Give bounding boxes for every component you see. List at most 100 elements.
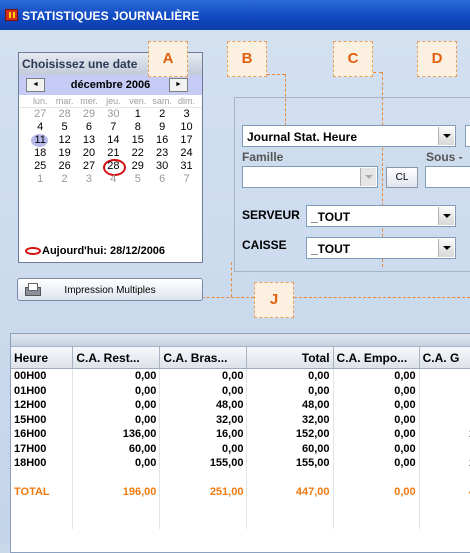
window-title: STATISTIQUES JOURNALIÈRE [22, 9, 200, 23]
calendar-day[interactable]: 17 [174, 134, 198, 147]
today-circle-icon [25, 247, 41, 256]
calendar-day[interactable]: 10 [174, 121, 198, 134]
cell-value: 0,00 [73, 398, 161, 413]
calendar-day[interactable]: 8 [126, 121, 150, 134]
table-row[interactable]: 18H00 0,00 155,00 155,00 0,00 1 [11, 456, 470, 471]
calendar-day[interactable]: 15 [126, 134, 150, 147]
chevron-down-icon[interactable] [438, 207, 454, 225]
cell-value [420, 413, 470, 428]
calendar-day[interactable]: 2 [150, 108, 174, 121]
calendar-day[interactable]: 6 [150, 173, 174, 186]
cell-value: 32,00 [160, 412, 248, 427]
column-header[interactable]: Total [247, 347, 334, 368]
cell-value: 155,00 [160, 456, 248, 471]
report-type-select[interactable]: Journal Stat. Heure [242, 125, 456, 147]
date-picker[interactable]: Choisissez une date ◄ décembre 2006 ► lu… [18, 52, 203, 263]
calendar-day[interactable]: 20 [77, 147, 101, 160]
calendar-day[interactable]: 28 [52, 108, 76, 121]
calendar-day[interactable]: 31 [174, 160, 198, 173]
column-header[interactable]: Heure [11, 347, 74, 368]
table-row[interactable]: 01H00 0,00 0,00 0,00 0,00 [11, 383, 470, 398]
next-month-button[interactable]: ► [169, 78, 188, 92]
cell-value: 152,00 [247, 427, 334, 442]
cell-value: 0,00 [73, 369, 161, 384]
calendar-day[interactable]: 5 [52, 121, 76, 134]
app-icon [5, 9, 18, 21]
sous-famille-field[interactable] [425, 166, 470, 188]
calendar-day[interactable]: 12 [52, 134, 76, 147]
weekday-label: mer. [80, 96, 98, 106]
calendar-day[interactable]: 7 [101, 121, 125, 134]
serveur-select[interactable]: _TOUT [306, 205, 456, 227]
serveur-value: _TOUT [311, 210, 351, 224]
calendar-day[interactable]: 1 [28, 173, 52, 186]
table-row[interactable]: 16H00 136,00 16,00 152,00 0,00 1 [11, 427, 470, 442]
calendar-day[interactable]: 3 [77, 173, 101, 186]
chevron-down-icon[interactable] [438, 127, 454, 145]
table-row[interactable]: 00H00 0,00 0,00 0,00 0,00 [11, 369, 470, 384]
cell-value [420, 398, 470, 413]
total-value: 251,00 [160, 485, 248, 500]
weekday-label: dim. [178, 96, 196, 106]
cell-value: 0,00 [247, 383, 334, 398]
calendar-day[interactable]: 24 [174, 147, 198, 160]
calendar-week: 1 2 3 4 5 6 7 [19, 173, 202, 186]
serveur-label: SERVEUR [242, 208, 300, 222]
weekday-label: ven. [129, 96, 147, 106]
column-header[interactable]: C.A. Bras... [160, 347, 248, 368]
chevron-down-icon[interactable] [360, 168, 376, 186]
column-header[interactable]: C.A. Rest... [73, 347, 161, 368]
calendar-day[interactable]: 21 [101, 147, 125, 160]
table-total-row[interactable]: TOTAL 196,00 251,00 447,00 0,00 4 [11, 485, 470, 500]
calendar-day[interactable]: 5 [126, 173, 150, 186]
column-header[interactable]: C.A. Empo... [334, 347, 420, 368]
cell-value: 0,00 [334, 441, 420, 456]
calendar-day[interactable]: 27 [28, 108, 52, 121]
chevron-down-icon[interactable] [438, 239, 454, 257]
cell-value: 0,00 [334, 383, 420, 398]
famille-select[interactable] [242, 166, 378, 188]
calendar-day[interactable]: 4 [101, 173, 125, 186]
calendar-day[interactable]: 30 [150, 160, 174, 173]
title-bar: STATISTIQUES JOURNALIÈRE [0, 0, 470, 30]
calendar-day[interactable]: 6 [77, 121, 101, 134]
table-row[interactable]: 12H00 0,00 48,00 48,00 0,00 [11, 398, 470, 413]
calendar-day[interactable]: 13 [77, 134, 101, 147]
calendar-nav: ◄ décembre 2006 ► [19, 75, 202, 95]
calendar-day[interactable]: 18 [28, 147, 52, 160]
caisse-select[interactable]: _TOUT [306, 237, 456, 259]
calendar-day[interactable]: 23 [150, 147, 174, 160]
calendar-day[interactable]: 30 [101, 108, 125, 121]
table-row[interactable]: 15H00 0,00 32,00 32,00 0,00 [11, 412, 470, 428]
calendar-day[interactable]: 2 [52, 173, 76, 186]
cell-value: 0,00 [73, 456, 161, 471]
cell-value: 0,00 [160, 383, 248, 398]
stats-table[interactable]: Heure C.A. Rest... C.A. Bras... Total C.… [10, 333, 470, 553]
calendar-day[interactable]: 9 [150, 121, 174, 134]
cl-button[interactable]: CL [386, 167, 418, 188]
calendar-day[interactable]: 29 [77, 108, 101, 121]
report-extra-field[interactable] [465, 125, 470, 147]
cell-hour: 17H00 [11, 441, 74, 456]
table-row[interactable]: 17H00 60,00 0,00 60,00 0,00 [11, 441, 470, 456]
column-header[interactable]: C.A. G [420, 347, 470, 368]
calendar-day[interactable]: 7 [174, 173, 198, 186]
calendar-day[interactable]: 4 [28, 121, 52, 134]
calendar-day[interactable]: 1 [126, 108, 150, 121]
calendar-day-selected[interactable]: 11 [28, 134, 52, 147]
today-link[interactable]: Aujourd'hui: 28/12/2006 [25, 245, 165, 257]
calendar-day[interactable]: 19 [52, 147, 76, 160]
print-multiple-button[interactable]: Impression Multiples [17, 278, 203, 301]
weekday-label: jeu. [106, 96, 121, 106]
calendar-day[interactable]: 3 [174, 108, 198, 121]
calendar-day[interactable]: 25 [28, 160, 52, 173]
calendar-day[interactable]: 16 [150, 134, 174, 147]
calendar-day[interactable]: 29 [126, 160, 150, 173]
calendar-day[interactable]: 27 [77, 160, 101, 173]
calendar-day[interactable]: 26 [52, 160, 76, 173]
calendar-day[interactable]: 14 [101, 134, 125, 147]
calendar-day[interactable]: 22 [126, 147, 150, 160]
calendar-day-today[interactable]: 28 [101, 159, 127, 176]
cell-hour: 15H00 [11, 412, 74, 427]
cell-hour: 01H00 [11, 383, 74, 398]
